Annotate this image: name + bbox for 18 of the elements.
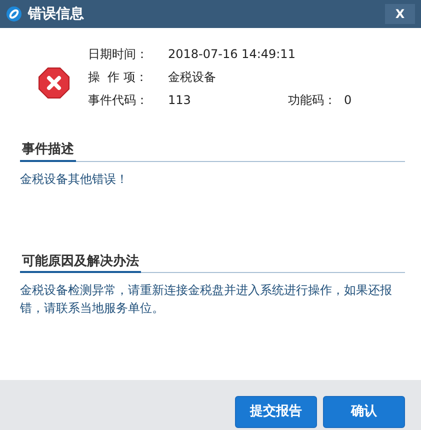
- field-label: 事件代码：: [88, 92, 149, 108]
- field-label: 日期时间：: [88, 46, 149, 62]
- app-logo-icon: [6, 6, 22, 22]
- field-value: 2018-07-16 14:49:11: [168, 46, 296, 62]
- field-label: 功能码：: [288, 92, 336, 108]
- window-title: 错误信息: [28, 4, 84, 24]
- section-heading: 可能原因及解决办法: [20, 252, 141, 273]
- field-value: 113: [168, 92, 192, 108]
- dialog-button[interactable]: 提交报告: [235, 396, 317, 428]
- section-text: 金税设备检测异常，请重新连接金税盘并进入系统进行操作，如果还报错，请联系当地服务单位。: [20, 282, 393, 317]
- dialog-button[interactable]: 确认: [323, 396, 405, 428]
- field-label: 操 作 项：: [88, 68, 148, 86]
- field-value: 0: [344, 92, 352, 108]
- section-heading: 事件描述: [20, 140, 76, 162]
- section-text: 金税设备其他错误！: [20, 170, 129, 188]
- close-button[interactable]: X: [385, 4, 415, 24]
- field-value: 金税设备: [168, 68, 217, 86]
- error-icon: [38, 67, 70, 99]
